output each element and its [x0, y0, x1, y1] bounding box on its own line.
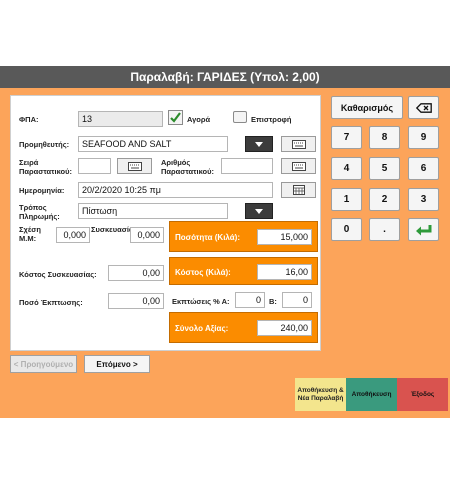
series-keyboard-button[interactable]	[117, 158, 152, 174]
key-3[interactable]: 3	[408, 188, 439, 211]
packaging-field[interactable]: 0,000	[130, 227, 164, 243]
payment-dropdown-button[interactable]	[245, 203, 273, 219]
save-button[interactable]: Αποθήκευση	[346, 378, 397, 411]
backspace-button[interactable]	[408, 96, 439, 119]
date-field[interactable]: 20/2/2020 10:25 πμ	[78, 182, 273, 198]
vat-label: ΦΠΑ:	[19, 115, 39, 124]
key-0[interactable]: 0	[331, 218, 362, 241]
purchase-checkbox[interactable]	[168, 110, 183, 125]
key-decimal[interactable]: .	[369, 218, 400, 241]
packaging-cost-field[interactable]: 0,00	[108, 265, 164, 281]
key-7[interactable]: 7	[331, 126, 362, 149]
enter-arrow-icon	[415, 224, 431, 235]
backspace-icon	[415, 102, 432, 113]
window-title: Παραλαβή: ΓΑΡΙΔΕΣ (Υπολ: 2,00)	[0, 66, 450, 88]
payment-label: Τρόπος Πληρωμής:	[19, 203, 60, 221]
supplier-keyboard-button[interactable]	[281, 136, 316, 152]
series-field[interactable]	[78, 158, 111, 174]
discount-b-label: Β:	[269, 297, 277, 306]
key-2[interactable]: 2	[369, 188, 400, 211]
packaging-cost-label: Κόστος Συσκευασίας:	[19, 270, 97, 279]
purchase-label: Αγορά	[187, 115, 211, 124]
clear-button[interactable]: Καθαρισμός	[331, 96, 403, 119]
enter-button[interactable]	[408, 218, 439, 241]
caret-down-icon	[255, 208, 263, 214]
checkmark-icon	[170, 112, 181, 123]
next-button[interactable]: Επόμενο >	[84, 355, 150, 373]
docnum-field[interactable]	[221, 158, 273, 174]
quantity-label: Ποσότητα (Κιλά):	[175, 233, 241, 242]
cost-label: Κόστος (Κιλά):	[175, 268, 231, 277]
vat-field[interactable]: 13	[78, 111, 163, 127]
discount-amount-label: Ποσό Έκπτωσης:	[19, 298, 83, 307]
series-label: Σειρά Παραστατικού:	[19, 158, 72, 176]
supplier-dropdown-button[interactable]	[245, 136, 273, 152]
docnum-keyboard-button[interactable]	[281, 158, 316, 174]
calendar-icon	[292, 185, 305, 195]
key-1[interactable]: 1	[331, 188, 362, 211]
exit-button[interactable]: Έξοδος	[397, 378, 448, 411]
key-4[interactable]: 4	[331, 157, 362, 180]
return-label: Επιστροφή	[251, 115, 292, 124]
keyboard-icon	[291, 161, 306, 171]
total-field[interactable]: 240,00	[257, 320, 312, 336]
previous-button[interactable]: < Προηγούμενο	[10, 355, 77, 373]
key-5[interactable]: 5	[369, 157, 400, 180]
cost-field[interactable]: 16,00	[257, 264, 312, 280]
supplier-label: Προμηθευτής:	[19, 140, 70, 149]
relation-field[interactable]: 0,000	[56, 227, 90, 243]
receipt-window: Παραλαβή: ΓΑΡΙΔΕΣ (Υπολ: 2,00) ΦΠΑ: 13 Α…	[0, 66, 450, 418]
key-8[interactable]: 8	[369, 126, 400, 149]
discount-a-field[interactable]: 0	[235, 292, 265, 308]
quantity-field[interactable]: 15,000	[257, 229, 312, 245]
packaging-label: Συσκευασίας:	[91, 225, 140, 234]
receipt-form-panel: ΦΠΑ: 13 Αγορά Επιστροφή Προμηθευτής: SEA…	[10, 95, 321, 351]
key-9[interactable]: 9	[408, 126, 439, 149]
discount-amount-field[interactable]: 0,00	[108, 293, 164, 309]
keyboard-icon	[291, 139, 306, 149]
discount-b-field[interactable]: 0	[282, 292, 312, 308]
calendar-button[interactable]	[281, 182, 316, 198]
payment-field[interactable]: Πίστωση	[78, 203, 228, 219]
date-label: Ημερομηνία:	[19, 186, 65, 195]
caret-down-icon	[255, 141, 263, 147]
docnum-label: Αριθμός Παραστατικού:	[161, 158, 214, 176]
return-checkbox[interactable]	[233, 111, 247, 123]
keyboard-icon	[127, 161, 142, 171]
supplier-field[interactable]: SEAFOOD AND SALT	[78, 136, 228, 152]
key-6[interactable]: 6	[408, 157, 439, 180]
total-label: Σύνολο Αξίας:	[175, 324, 229, 333]
relation-label: Σχέση Μ.Μ:	[19, 225, 41, 243]
save-and-new-button[interactable]: Αποθήκευση & Νέα Παραλαβή	[295, 378, 346, 411]
discounts-pct-label: Εκπτώσεις % Α:	[172, 297, 230, 306]
